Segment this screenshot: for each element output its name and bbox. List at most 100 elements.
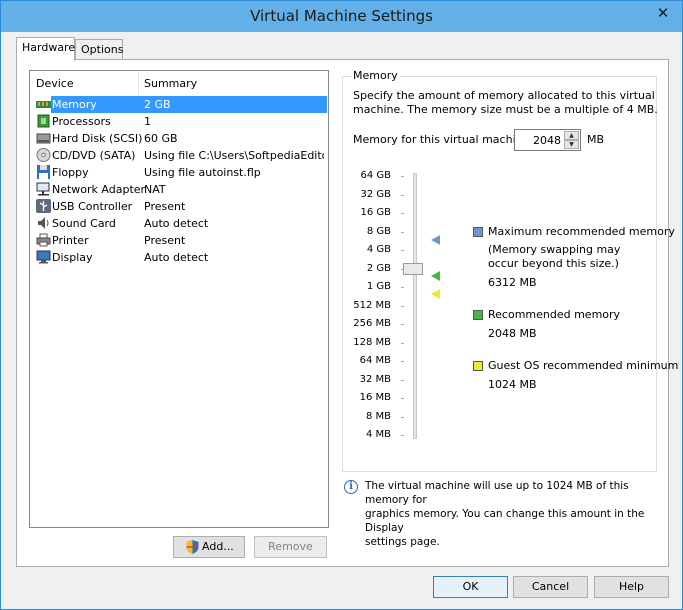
device-summary: 1 xyxy=(144,115,151,128)
max-recommended-note-line1: (Memory swapping may xyxy=(488,243,621,256)
shield-icon xyxy=(186,540,199,554)
memory-group-title: Memory xyxy=(351,69,400,82)
device-list-header: Device Summary xyxy=(30,71,328,95)
memory-group: Memory Specify the amount of memory allo… xyxy=(342,69,678,472)
cd-dvd-icon xyxy=(36,148,51,162)
virtual-machine-settings-window: Virtual Machine Settings ✕ Hardware Opti… xyxy=(0,0,683,610)
memory-slider-thumb[interactable] xyxy=(403,263,423,275)
memory-scale-label: 1 GB xyxy=(366,281,391,292)
memory-scale-label: 32 GB xyxy=(360,188,391,200)
device-row-cd-dvd[interactable]: CD/DVD (SATA) Using file C:\Users\Softpe… xyxy=(30,147,328,164)
memory-scale-label: 128 MB xyxy=(353,336,391,348)
memory-scale-label: 4 GB xyxy=(366,244,391,255)
decrement-arrow-icon[interactable]: ▼ xyxy=(564,140,579,149)
memory-size-stepper[interactable]: 2048 ▲ ▼ xyxy=(514,129,581,151)
remove-hardware-button[interactable]: Remove xyxy=(254,536,327,558)
memory-scale-tick xyxy=(401,287,404,288)
minimum-marker-icon xyxy=(431,289,440,299)
ok-button[interactable]: OK xyxy=(433,576,508,598)
add-button-label: Add... xyxy=(202,540,234,553)
memory-scale-label: 16 MB xyxy=(359,392,391,403)
memory-scale-tick xyxy=(401,250,404,251)
tab-hardware[interactable]: Hardware xyxy=(16,37,75,61)
device-row-memory[interactable]: Memory 2 GB xyxy=(30,96,328,113)
device-row-floppy[interactable]: Floppy Using file autoinst.flp xyxy=(30,164,328,181)
summary-column-header[interactable]: Summary xyxy=(144,77,197,90)
device-row-network-adapter[interactable]: Network Adapter NAT xyxy=(30,181,328,198)
device-name: Display xyxy=(52,251,93,264)
device-name: Memory xyxy=(51,98,98,111)
add-hardware-button[interactable]: Add... xyxy=(173,536,245,558)
memory-scale-tick xyxy=(401,416,404,418)
floppy-icon xyxy=(37,165,50,179)
device-name: Network Adapter xyxy=(52,183,146,196)
max-recommended-marker-icon xyxy=(431,235,440,245)
usb-icon xyxy=(36,199,51,213)
memory-scale-label: 4 MB xyxy=(365,429,391,440)
info-text: The virtual machine will use up to 1024 … xyxy=(365,479,660,549)
max-recommended-value: 6312 MB xyxy=(488,276,537,289)
title-bar[interactable]: Virtual Machine Settings ✕ xyxy=(1,1,682,32)
minimum-label: Guest OS recommended minimum xyxy=(488,359,679,372)
device-name: Hard Disk (SCSI) xyxy=(52,132,143,145)
column-separator[interactable] xyxy=(138,71,139,95)
memory-scale-label: 8 MB xyxy=(365,410,391,422)
memory-scale-label: 64 MB xyxy=(359,355,391,366)
device-summary: Auto detect xyxy=(144,217,209,230)
memory-scale-tick xyxy=(401,342,404,344)
sound-card-icon xyxy=(38,217,49,229)
tab-hardware-label: Hardware xyxy=(22,41,76,54)
help-button[interactable]: Help xyxy=(594,576,669,598)
graphics-memory-info: i The virtual machine will use up to 102… xyxy=(344,478,659,548)
device-row-hard-disk[interactable]: Hard Disk (SCSI) 60 GB xyxy=(30,130,328,147)
device-column-header[interactable]: Device xyxy=(36,77,74,90)
memory-scale-tick xyxy=(401,379,404,381)
memory-scale-label: 16 GB xyxy=(360,207,391,218)
tab-options[interactable]: Options xyxy=(75,39,123,59)
help-button-label: Help xyxy=(618,580,645,593)
device-row-display[interactable]: Display Auto detect xyxy=(30,249,328,266)
device-list[interactable]: Device Summary Memory 2 GB Processors 1 … xyxy=(29,70,329,528)
device-name: Printer xyxy=(52,234,89,247)
recommended-legend-swatch xyxy=(473,310,483,320)
max-recommended-label: Maximum recommended memory xyxy=(488,225,675,238)
info-text-line3: settings page. xyxy=(365,536,440,548)
memory-size-value[interactable]: 2048 xyxy=(533,134,561,147)
device-name: Sound Card xyxy=(52,217,116,230)
device-name: Floppy xyxy=(52,166,89,179)
memory-scale-label: 512 MB xyxy=(353,299,391,311)
recommended-value: 2048 MB xyxy=(488,327,537,340)
cancel-button[interactable]: Cancel xyxy=(513,576,588,598)
device-summary: Using file autoinst.flp xyxy=(144,166,261,179)
recommended-label: Recommended memory xyxy=(488,308,621,321)
close-icon[interactable]: ✕ xyxy=(650,3,676,23)
minimum-legend-swatch xyxy=(473,361,483,371)
window-title: Virtual Machine Settings xyxy=(250,7,433,25)
display-icon xyxy=(36,250,51,264)
device-row-processors[interactable]: Processors 1 xyxy=(30,113,328,130)
memory-scale-tick xyxy=(401,213,404,214)
stepper-buttons: ▲ ▼ xyxy=(564,131,579,149)
memory-description-line2: machine. The memory size must be a multi… xyxy=(353,103,658,116)
remove-button-label: Remove xyxy=(268,540,313,553)
increment-arrow-icon[interactable]: ▲ xyxy=(564,131,579,140)
memory-description-line1: Specify the amount of memory allocated t… xyxy=(353,89,655,102)
device-row-printer[interactable]: Printer Present xyxy=(30,232,328,249)
memory-scale-tick xyxy=(401,194,404,196)
device-row-usb-controller[interactable]: USB Controller Present xyxy=(30,198,328,215)
device-name: CD/DVD (SATA) xyxy=(52,149,136,162)
device-summary: Auto detect xyxy=(144,251,209,264)
hardware-tab-panel: Device Summary Memory 2 GB Processors 1 … xyxy=(16,59,678,567)
device-summary: Present xyxy=(144,234,186,247)
memory-scale-tick xyxy=(401,324,404,325)
memory-scale-tick xyxy=(401,231,404,233)
max-recommended-note-line2: occur beyond this size.) xyxy=(488,257,619,270)
memory-scale-tick xyxy=(401,176,404,177)
memory-scale-tick xyxy=(401,398,404,399)
max-recommended-legend-swatch xyxy=(473,227,483,237)
memory-slider-track[interactable] xyxy=(413,173,417,439)
memory-field-label: Memory for this virtual machine: xyxy=(353,133,534,146)
device-row-sound-card[interactable]: Sound Card Auto detect xyxy=(30,215,328,232)
memory-icon xyxy=(36,101,51,108)
minimum-value: 1024 MB xyxy=(488,378,537,391)
